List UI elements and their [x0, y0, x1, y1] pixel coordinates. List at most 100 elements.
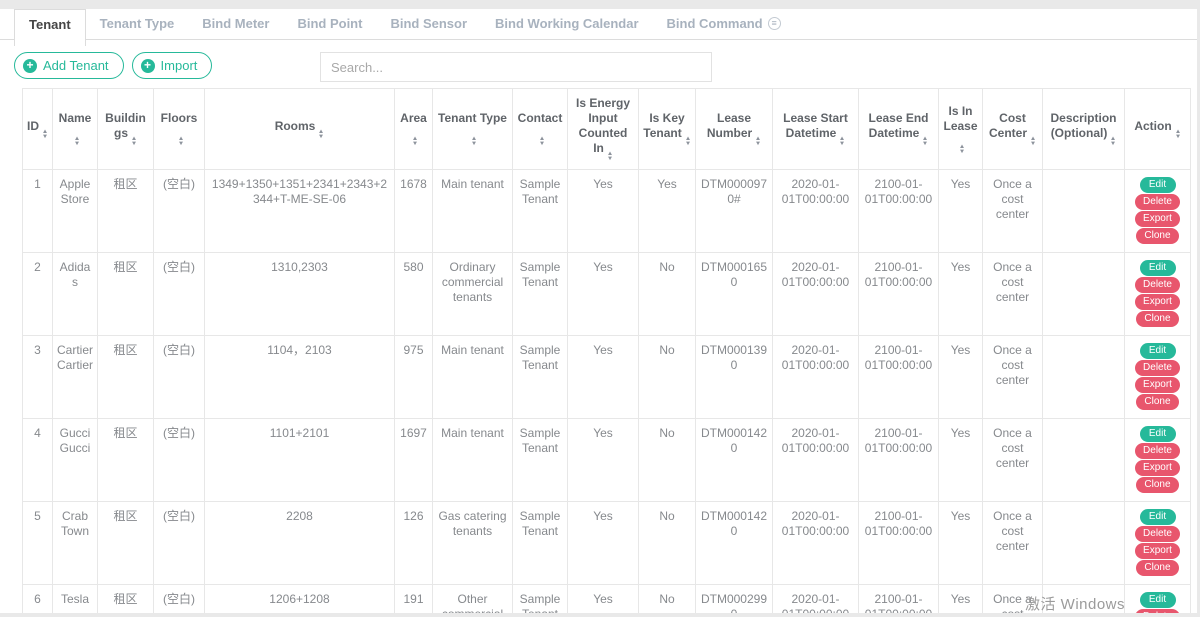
edit-button[interactable]: Edit	[1140, 509, 1176, 525]
cell-cost-center: Once a cost center	[983, 336, 1043, 419]
tab-bind-sensor[interactable]: Bind Sensor	[376, 9, 481, 38]
column-header-lease-end-datetime[interactable]: Lease End Datetime▲▼	[859, 89, 939, 170]
cell-description-optional	[1043, 585, 1125, 614]
cell-contact: Sample Tenant	[513, 170, 568, 253]
edit-button[interactable]: Edit	[1140, 592, 1176, 608]
cell-id: 2	[23, 253, 53, 336]
cell-cost-center: Once a cost center	[983, 253, 1043, 336]
export-button[interactable]: Export	[1135, 294, 1180, 310]
clone-button[interactable]: Clone	[1136, 477, 1178, 493]
cell-id: 4	[23, 419, 53, 502]
column-header-buildings[interactable]: Buildings▲▼	[98, 89, 154, 170]
delete-button[interactable]: Delete	[1135, 360, 1180, 376]
cell-tenant-type: Main tenant	[433, 419, 513, 502]
delete-button[interactable]: Delete	[1135, 526, 1180, 542]
column-header-is-in-lease[interactable]: Is In Lease▲▼	[939, 89, 983, 170]
clone-button[interactable]: Clone	[1136, 311, 1178, 327]
column-header-is-key-tenant[interactable]: Is Key Tenant▲▼	[639, 89, 696, 170]
sort-icon: ▲▼	[178, 137, 184, 147]
column-header-area[interactable]: Area▲▼	[395, 89, 433, 170]
import-button[interactable]: + Import	[132, 52, 213, 79]
tab-tenant-type[interactable]: Tenant Type	[86, 9, 189, 38]
cell-lease-start-datetime: 2020-01-01T00:00:00	[773, 170, 859, 253]
cell-lease-number: DTM0000970#	[696, 170, 773, 253]
cell-lease-number: DTM0001390	[696, 336, 773, 419]
column-header-rooms[interactable]: Rooms▲▼	[205, 89, 395, 170]
delete-button[interactable]: Delete	[1135, 609, 1180, 613]
cell-area: 1697	[395, 419, 433, 502]
tab-bind-command[interactable]: Bind Command≡	[653, 9, 795, 38]
cell-tenant-type: Ordinary commercial tenants	[433, 253, 513, 336]
column-header-action[interactable]: Action▲▼	[1125, 89, 1191, 170]
cell-id: 1	[23, 170, 53, 253]
cell-is-key-tenant: No	[639, 253, 696, 336]
column-header-tenant-type[interactable]: Tenant Type▲▼	[433, 89, 513, 170]
cell-contact: Sample Tenant	[513, 253, 568, 336]
column-header-cost-center[interactable]: Cost Center▲▼	[983, 89, 1043, 170]
cell-is-key-tenant: No	[639, 336, 696, 419]
tab-label: Bind Sensor	[390, 16, 467, 31]
cell-is-in-lease: Yes	[939, 419, 983, 502]
cell-lease-number: DTM0001420	[696, 419, 773, 502]
column-label: Rooms	[275, 119, 316, 133]
import-label: Import	[161, 58, 198, 73]
cell-lease-start-datetime: 2020-01-01T00:00:00	[773, 336, 859, 419]
search-input[interactable]	[320, 52, 712, 82]
column-header-is-energy-input-counted-in[interactable]: Is Energy Input Counted In▲▼	[568, 89, 639, 170]
export-button[interactable]: Export	[1135, 543, 1180, 559]
column-header-id[interactable]: ID▲▼	[23, 89, 53, 170]
cell-contact: Sample Tenant	[513, 585, 568, 614]
cell-buildings: 租区	[98, 419, 154, 502]
edit-button[interactable]: Edit	[1140, 426, 1176, 442]
cell-buildings: 租区	[98, 253, 154, 336]
delete-button[interactable]: Delete	[1135, 194, 1180, 210]
tab-bind-meter[interactable]: Bind Meter	[188, 9, 283, 38]
edit-button[interactable]: Edit	[1140, 260, 1176, 276]
column-label: Tenant Type	[438, 111, 507, 125]
clone-button[interactable]: Clone	[1136, 228, 1178, 244]
cell-lease-end-datetime: 2100-01-01T00:00:00	[859, 253, 939, 336]
sort-icon: ▲▼	[755, 137, 761, 147]
edit-button[interactable]: Edit	[1140, 343, 1176, 359]
cell-lease-number: DTM0001420	[696, 502, 773, 585]
column-header-contact[interactable]: Contact▲▼	[513, 89, 568, 170]
export-button[interactable]: Export	[1135, 211, 1180, 227]
delete-button[interactable]: Delete	[1135, 277, 1180, 293]
cell-lease-start-datetime: 2020-01-01T00:00:00	[773, 585, 859, 614]
cell-rooms: 1310,2303	[205, 253, 395, 336]
column-label: Cost Center	[989, 111, 1027, 140]
cell-action: EditDeleteExportClone	[1125, 336, 1191, 419]
add-tenant-label: Add Tenant	[43, 58, 109, 73]
tab-bind-working-calendar[interactable]: Bind Working Calendar	[481, 9, 653, 38]
column-header-description-optional[interactable]: Description (Optional)▲▼	[1043, 89, 1125, 170]
sort-icon: ▲▼	[839, 137, 845, 147]
cell-tenant-type: Main tenant	[433, 336, 513, 419]
table-row: 6Tesla租区(空白)1206+1208191Other commercial…	[23, 585, 1191, 614]
cell-description-optional	[1043, 336, 1125, 419]
column-header-lease-start-datetime[interactable]: Lease Start Datetime▲▼	[773, 89, 859, 170]
add-tenant-button[interactable]: + Add Tenant	[14, 52, 124, 79]
sort-icon: ▲▼	[42, 130, 48, 140]
clone-button[interactable]: Clone	[1136, 394, 1178, 410]
tab-bind-point[interactable]: Bind Point	[283, 9, 376, 38]
column-header-name[interactable]: Name▲▼	[53, 89, 98, 170]
delete-button[interactable]: Delete	[1135, 443, 1180, 459]
cell-is-energy-input-counted-in: Yes	[568, 336, 639, 419]
cell-is-key-tenant: No	[639, 419, 696, 502]
column-header-lease-number[interactable]: Lease Number▲▼	[696, 89, 773, 170]
edit-button[interactable]: Edit	[1140, 177, 1176, 193]
column-label: ID	[27, 119, 39, 133]
sort-icon: ▲▼	[539, 137, 545, 147]
sort-icon: ▲▼	[131, 137, 137, 147]
column-header-floors[interactable]: Floors ▲▼	[154, 89, 205, 170]
tab-label: Tenant Type	[100, 16, 175, 31]
tab-tenant[interactable]: Tenant	[14, 9, 86, 46]
column-label: Floors	[161, 111, 198, 125]
export-button[interactable]: Export	[1135, 460, 1180, 476]
column-label: Is Energy Input Counted In	[576, 96, 630, 155]
cell-name: Apple Store	[53, 170, 98, 253]
clone-button[interactable]: Clone	[1136, 560, 1178, 576]
cell-name: Gucci Gucci	[53, 419, 98, 502]
export-button[interactable]: Export	[1135, 377, 1180, 393]
cell-buildings: 租区	[98, 585, 154, 614]
